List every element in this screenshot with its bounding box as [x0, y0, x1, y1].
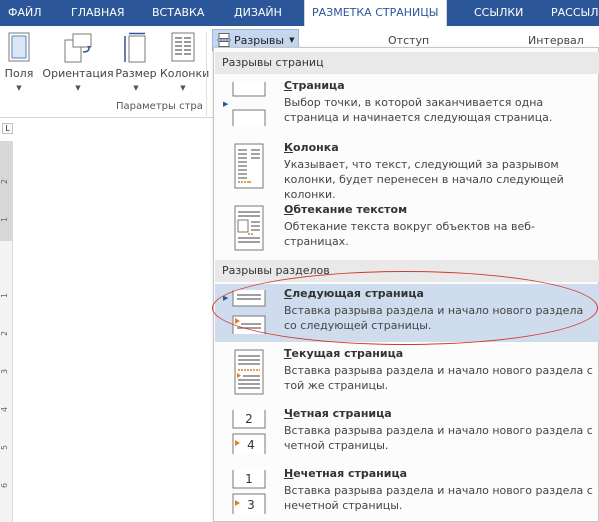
ruler-number: 6 [0, 482, 10, 489]
odd-page-break-icon: 1 3 [232, 470, 266, 514]
tab-insert[interactable]: ВСТАВКА [152, 0, 204, 26]
chevron-down-icon: ▼ [16, 84, 22, 92]
chevron-down-icon: ▼ [289, 36, 295, 44]
ruler-number: 1 [0, 216, 10, 223]
size-label: Размер [115, 67, 157, 80]
breaks-label: Разрывы [234, 33, 285, 47]
menu-item-description: Обтекание текста вокруг объектов на веб-… [284, 220, 535, 248]
tab-file[interactable]: ФАЙЛ [8, 0, 42, 26]
menu-item-description: Вставка разрыва раздела и начало нового … [284, 424, 593, 452]
columns-label: Колонки [160, 67, 210, 80]
page-setup-group-label: Параметры стра [116, 101, 203, 112]
section-breaks-header: Разрывы разделов [215, 260, 599, 282]
ruler-number: 2 [0, 330, 10, 337]
menu-item-title: Следующая страница [284, 287, 424, 300]
menu-item-description: Вставка разрыва раздела и начало нового … [284, 304, 584, 332]
columns-button[interactable]: Колонки ▼ [160, 26, 210, 98]
ruler-number: 2 [0, 178, 10, 185]
menu-item-page-break[interactable]: ▶ Страница Выбор точки, в которой заканч… [215, 76, 599, 134]
tab-page-layout[interactable]: РАЗМЕТКА СТРАНИЦЫ [304, 0, 447, 26]
even-top-number: 2 [245, 412, 253, 426]
menu-item-description: Указывает, что текст, следующий за разры… [284, 158, 564, 201]
ribbon-tab-bar: ФАЙЛ ГЛАВНАЯ ВСТАВКА ДИЗАЙН РАЗМЕТКА СТР… [0, 0, 599, 26]
column-break-icon [234, 143, 264, 189]
orientation-button[interactable]: Ориентация ▼ [42, 26, 114, 98]
menu-item-title: Колонка [284, 141, 339, 154]
even-page-break-icon: 2 4 [232, 410, 266, 454]
tab-references[interactable]: ССЫЛКИ [474, 0, 523, 26]
menu-item-title: Четная страница [284, 407, 392, 420]
chevron-down-icon: ▼ [75, 84, 81, 92]
spacing-label: Интервал [528, 34, 584, 47]
menu-item-title: Текущая страница [284, 347, 404, 360]
tab-design[interactable]: ДИЗАЙН [234, 0, 282, 26]
menu-item-title: Страница [284, 79, 345, 92]
ruler-number: 1 [0, 292, 10, 299]
page-break-icon [232, 82, 266, 126]
vertical-ruler: 2 1 1 2 3 4 5 6 [0, 141, 13, 522]
chevron-down-icon: ▼ [180, 84, 186, 92]
margins-label: Поля [4, 67, 34, 80]
text-wrapping-icon [234, 205, 264, 251]
size-button[interactable]: Размер ▼ [114, 26, 158, 98]
menu-item-description: Выбор точки, в которой заканчивается одн… [284, 96, 553, 124]
ruler-number: 5 [0, 444, 10, 451]
menu-item-text-wrapping[interactable]: Обтекание текстом Обтекание текста вокру… [215, 200, 599, 256]
menu-item-title: Нечетная страница [284, 467, 408, 480]
orientation-icon [64, 33, 92, 63]
menu-item-next-page[interactable]: ▶ Следующая страница Вставка разрыва раз… [215, 284, 599, 342]
menu-item-title: Обтекание текстом [284, 203, 408, 216]
pointer-icon: ▶ [223, 294, 229, 302]
indent-label: Отступ [388, 34, 430, 47]
menu-item-column-break[interactable]: Колонка Указывает, что текст, следующий … [215, 138, 599, 201]
document-area[interactable]: L 2 1 1 2 3 4 5 6 [0, 119, 214, 522]
page-size-icon [124, 32, 146, 63]
menu-item-even-page[interactable]: 2 4 Четная страница Вставка разрыва разд… [215, 404, 599, 462]
continuous-break-icon [234, 349, 264, 395]
pointer-icon: ▶ [223, 100, 229, 108]
next-page-break-icon [232, 290, 266, 334]
menu-item-continuous[interactable]: Текущая страница Вставка разрыва раздела… [215, 344, 599, 402]
breaks-icon [217, 33, 231, 47]
tab-home[interactable]: ГЛАВНАЯ [71, 0, 125, 26]
menu-item-description: Вставка разрыва раздела и начало нового … [284, 364, 593, 392]
breaks-dropdown-menu: Разрывы страниц ▶ Страница Выбор точки, … [213, 47, 599, 522]
ruler-number: 3 [0, 368, 10, 375]
margins-icon [8, 32, 30, 62]
orientation-label: Ориентация [42, 67, 114, 80]
even-bottom-number: 4 [247, 438, 255, 452]
menu-item-description: Вставка разрыва раздела и начало нового … [284, 484, 593, 512]
columns-icon [171, 32, 195, 62]
odd-bottom-number: 3 [247, 498, 255, 512]
odd-top-number: 1 [245, 472, 253, 486]
menu-item-odd-page[interactable]: 1 3 Нечетная страница Вставка разрыва ра… [215, 464, 599, 522]
chevron-down-icon: ▼ [133, 84, 139, 92]
page-breaks-header: Разрывы страниц [215, 52, 599, 74]
tab-selector[interactable]: L [2, 123, 13, 134]
group-separator [206, 32, 207, 116]
ruler-number: 4 [0, 406, 10, 413]
margins-button[interactable]: Поля ▼ [0, 26, 38, 98]
ruler-margin-area [0, 141, 13, 241]
tab-mailings[interactable]: РАССЫЛ [551, 0, 599, 26]
